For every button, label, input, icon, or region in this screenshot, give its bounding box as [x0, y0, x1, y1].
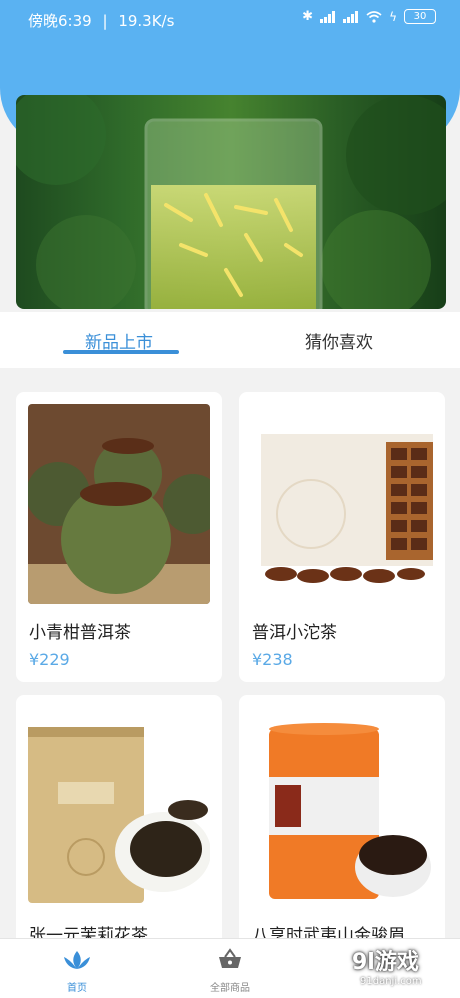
lotus-icon [64, 951, 90, 969]
banner-image[interactable] [16, 95, 446, 309]
nav-all-products-label: 全部商品 [210, 983, 250, 994]
status-right: ✱ ϟ 30 [302, 9, 436, 24]
watermark-text: 9l游戏 [352, 950, 419, 975]
network-speed: 19.3K/s [118, 12, 175, 30]
bluetooth-icon: ✱ [302, 9, 314, 24]
product-price: ¥229 [29, 650, 70, 669]
watermark-logo: 9l游戏 91danji.com [352, 944, 452, 987]
product-image [28, 404, 210, 604]
basket-icon [219, 948, 241, 968]
product-image [251, 707, 433, 907]
battery-icon: 30 [404, 9, 436, 24]
wifi-icon [366, 10, 382, 23]
charging-icon: ϟ [389, 9, 397, 24]
status-time: 傍晚6:39 [28, 12, 92, 30]
nav-home-label: 首页 [67, 983, 87, 994]
signal-icon [320, 10, 336, 23]
product-name: 小青柑普洱茶 [29, 623, 131, 643]
tab-active-indicator [63, 350, 179, 354]
product-card[interactable]: 普洱小沱茶 ¥238 [239, 392, 445, 682]
product-name: 普洱小沱茶 [252, 623, 337, 643]
product-image [28, 707, 210, 907]
product-card[interactable]: 小青柑普洱茶 ¥229 [16, 392, 222, 682]
jasmine-tea-tin-image [28, 707, 210, 907]
nav-all-products[interactable]: 全部商品 [175, 939, 285, 998]
tab-guess-you-like[interactable]: 猜你喜欢 [305, 328, 373, 353]
nav-home[interactable]: 首页 [22, 939, 132, 998]
product-image [251, 404, 433, 604]
status-divider: | [102, 12, 108, 30]
status-left: 傍晚6:39 | 19.3K/s [28, 10, 174, 31]
signal-icon [343, 10, 359, 23]
watermark-site: 91danji.com [360, 976, 422, 987]
orange-tea-can-image [251, 707, 433, 907]
tab-bar [0, 312, 460, 368]
tea-glass-illustration [16, 95, 446, 309]
citrus-puer-image [28, 404, 210, 604]
product-price: ¥238 [252, 650, 293, 669]
puer-tuo-box-image [251, 404, 433, 604]
status-bar: 傍晚6:39 | 19.3K/s ✱ ϟ 30 [0, 0, 460, 38]
